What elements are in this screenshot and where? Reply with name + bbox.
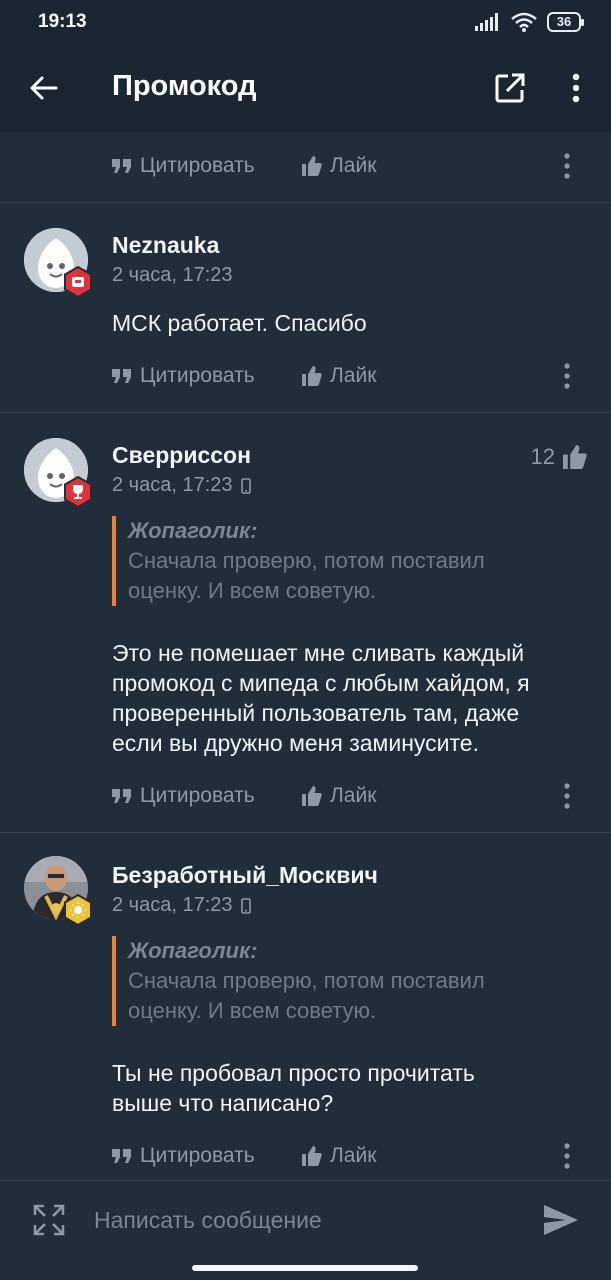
message-input[interactable]: [94, 1203, 514, 1237]
comment-meta: 2 часа, 17:23: [112, 264, 233, 287]
quote-block: Жопаголик: Сначала проверю, потом постав…: [112, 936, 582, 1026]
wifi-icon: [511, 12, 537, 32]
avatar[interactable]: [24, 438, 92, 508]
likes-count: 12: [530, 444, 555, 469]
signal-icon: [475, 13, 498, 31]
app-bar: Промокод: [0, 44, 611, 132]
send-icon[interactable]: [542, 1203, 580, 1237]
more-vert-icon[interactable]: [562, 70, 590, 106]
comment-actions: Цитировать Лайк: [0, 1134, 611, 1178]
quote-author: Жопаголик:: [128, 518, 258, 543]
comment-item: Безработный_Москвич 2 часа, 17:23 Жопаго…: [0, 832, 611, 1180]
status-icons: 36: [475, 12, 584, 32]
avatar[interactable]: [24, 856, 92, 926]
quote-text-line: оценку. И всем советую.: [128, 998, 377, 1023]
comment-time: 2 часа, 17:23: [112, 474, 233, 496]
page-title: Промокод: [112, 70, 257, 102]
comment-time: 2 часа, 17:23: [112, 264, 233, 286]
device-icon: [240, 477, 251, 494]
comment-text-line: промокод с мипеда с любым хайдом, я: [112, 670, 530, 696]
thumb-up-icon: [302, 1146, 322, 1166]
comment-author[interactable]: Безработный_Москвич: [112, 862, 378, 889]
thumb-up-icon: [563, 445, 587, 469]
open-external-icon[interactable]: [492, 70, 528, 106]
quote-button[interactable]: Цитировать: [112, 784, 255, 808]
back-arrow-icon[interactable]: [28, 72, 60, 104]
quote-button[interactable]: Цитировать: [112, 1144, 255, 1168]
like-label: Лайк: [330, 154, 377, 177]
quote-label: Цитировать: [140, 154, 255, 177]
quote-button[interactable]: Цитировать: [112, 154, 255, 178]
comment-text-line: Ты не пробовал просто прочитать: [112, 1060, 475, 1086]
comment-text-line: если вы дружно меня заминусите.: [112, 730, 479, 756]
quote-icon: [112, 1149, 131, 1163]
comment-menu-icon[interactable]: [556, 151, 578, 181]
comment-feed[interactable]: Цитировать Лайк Neznauka 2 часа, 17:23 М…: [0, 132, 611, 1180]
quote-author: Жопаголик:: [128, 938, 258, 963]
quote-block: Жопаголик: Сначала проверю, потом постав…: [112, 516, 582, 606]
home-indicator[interactable]: [192, 1265, 418, 1271]
comment-meta: 2 часа, 17:23: [112, 894, 251, 917]
thumb-up-icon: [302, 366, 322, 386]
comment-menu-icon[interactable]: [556, 361, 578, 391]
comment-actions: Цитировать Лайк: [0, 144, 611, 188]
rank-badge-icon: [64, 266, 92, 298]
like-button[interactable]: Лайк: [302, 364, 376, 388]
quote-label: Цитировать: [140, 1144, 255, 1167]
thumb-up-icon: [302, 786, 322, 806]
comment-author[interactable]: Сверриссон: [112, 442, 251, 469]
thumb-up-icon: [302, 156, 322, 176]
quote-label: Цитировать: [140, 364, 255, 387]
quote-icon: [112, 369, 131, 383]
comment-text-line: Это не помешает мне сливать каждый: [112, 640, 525, 666]
device-icon: [240, 897, 251, 914]
quote-label: Цитировать: [140, 784, 255, 807]
like-label: Лайк: [330, 1144, 377, 1167]
sun-badge-icon: [64, 894, 92, 926]
status-time: 19:13: [38, 11, 87, 32]
quote-text-line: Сначала проверю, потом поставил: [128, 968, 485, 993]
comment-menu-icon[interactable]: [556, 1141, 578, 1171]
like-button[interactable]: Лайк: [302, 154, 376, 178]
like-button[interactable]: Лайк: [302, 784, 376, 808]
comment-author[interactable]: Neznauka: [112, 232, 219, 259]
quote-icon: [112, 159, 131, 173]
status-bar: 19:13 36: [0, 0, 611, 44]
trophy-badge-icon: [64, 476, 92, 508]
comment-text-line: проверенный пользователь там, даже: [112, 700, 520, 726]
comment-text-body: Это не помешает мне сливать каждый промо…: [112, 638, 592, 758]
comment-item: Neznauka 2 часа, 17:23 МСК работает. Спа…: [0, 202, 611, 412]
battery-indicator: 36: [547, 12, 584, 32]
like-label: Лайк: [330, 784, 377, 807]
comment-text-line: выше что написано?: [112, 1090, 334, 1116]
avatar[interactable]: [24, 228, 92, 298]
comment-time: 2 часа, 17:23: [112, 894, 233, 916]
quote-text-line: оценку. И всем советую.: [128, 578, 377, 603]
likes-counter[interactable]: 12: [531, 444, 587, 470]
comment-actions: Цитировать Лайк: [0, 354, 611, 398]
expand-icon[interactable]: [32, 1203, 66, 1237]
quote-icon: [112, 789, 131, 803]
comment-text: МСК работает. Спасибо: [112, 310, 367, 336]
comment-text-body: Ты не пробовал просто прочитать выше что…: [112, 1058, 592, 1118]
like-button[interactable]: Лайк: [302, 1144, 376, 1168]
comment-actions: Цитировать Лайк: [0, 774, 611, 818]
comment-meta: 2 часа, 17:23: [112, 474, 251, 497]
like-label: Лайк: [330, 364, 377, 387]
quote-button[interactable]: Цитировать: [112, 364, 255, 388]
comment-menu-icon[interactable]: [556, 781, 578, 811]
quote-text-line: Сначала проверю, потом поставил: [128, 548, 485, 573]
comment-item: Сверриссон 12 2 часа, 17:23 Жопаголик: С…: [0, 412, 611, 832]
